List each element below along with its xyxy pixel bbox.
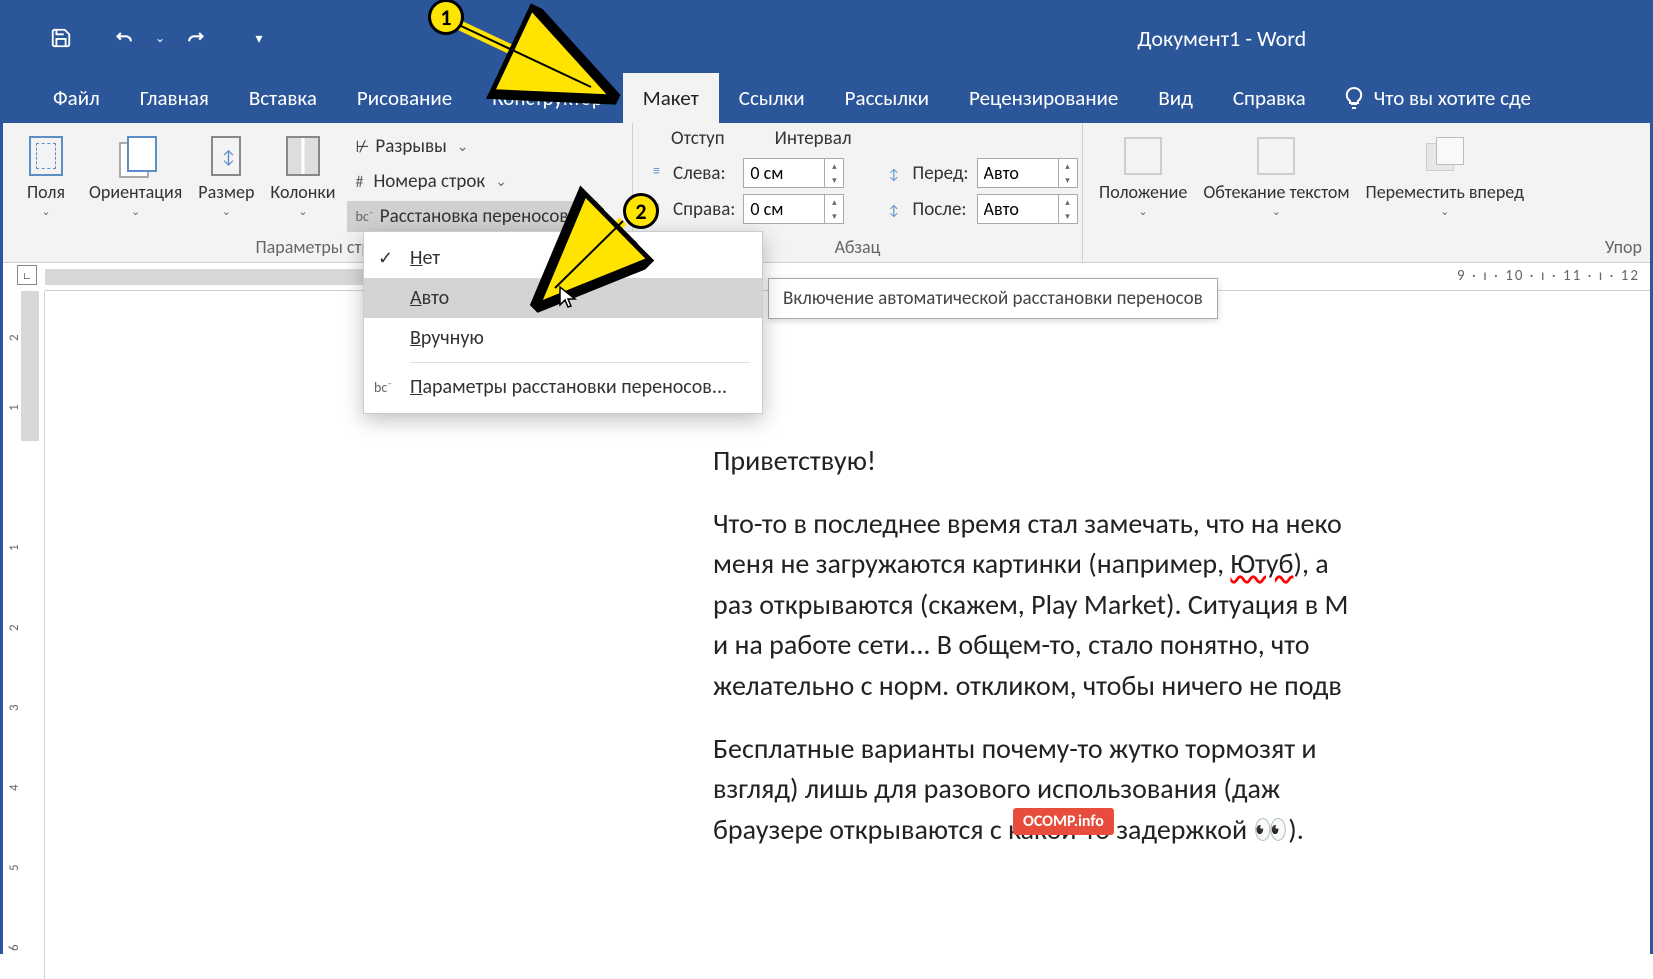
document-page[interactable]: Приветствую! Что-то в последнее время ст… [543,351,1650,872]
orientation-icon [119,136,153,176]
lightbulb-icon [1342,86,1366,110]
line-numbers-button[interactable]: Номера строк [347,166,598,197]
tab-insert[interactable]: Вставка [229,73,337,123]
spacing-heading: Интервал [745,127,852,150]
wrap-text-button[interactable]: Обтекание текстом ⌄ [1195,127,1357,224]
columns-label: Колонки [270,183,335,203]
vruler-mark: 6 [7,944,22,951]
ribbon-tabs: Файл Главная Вставка Рисование Конструкт… [3,73,1650,123]
indent-left-icon [649,166,667,180]
ribbon: Поля ⌄ Ориентация ⌄ Размер ⌄ Колонки ⌄ ⊬… [3,123,1650,263]
spacing-after-icon: ↕ [888,202,906,216]
indent-right-input[interactable]: ▴▾ [743,194,844,224]
position-button[interactable]: Положение ⌄ [1091,127,1195,224]
margins-icon [29,136,63,176]
spelling-error[interactable]: Ютуб [1230,546,1293,581]
spacing-before-icon: ↕ [888,166,906,180]
indent-right-label: Справа: [673,198,735,221]
indent-left-label: Слева: [673,162,726,185]
tell-me-search[interactable]: Что вы хотите сде [1326,73,1547,123]
doc-paragraph: Бесплатные варианты почему-то жутко торм… [713,729,1650,851]
line-numbers-icon [355,170,367,193]
orientation-button[interactable]: Ориентация ⌄ [81,127,190,224]
wrap-icon [1257,137,1295,175]
undo-dropdown[interactable]: ⌄ [151,20,169,56]
tab-mailings[interactable]: Рассылки [825,73,949,123]
breaks-icon: ⊬ [355,137,369,157]
vruler-mark: 2 [7,624,22,631]
hyphenation-options-icon: bc⁻ [374,379,392,396]
spacing-after-label: После: [912,198,966,221]
breaks-label: Разрывы [375,135,446,158]
indent-heading: Отступ [641,127,725,150]
margins-label: Поля [27,183,65,203]
bring-forward-icon [1426,137,1464,175]
tab-references[interactable]: Ссылки [719,73,825,123]
redo-button[interactable] [177,20,213,56]
size-icon [211,136,241,176]
position-label: Положение [1099,183,1187,203]
vruler-mark: 1 [7,544,22,551]
indent-left-input[interactable]: ▴▾ [743,158,844,188]
tab-selector[interactable]: ∟ [17,265,37,285]
size-button[interactable]: Размер ⌄ [190,127,262,224]
columns-button[interactable]: Колонки ⌄ [262,127,343,224]
spacing-before-input[interactable]: ▴▾ [977,158,1078,188]
tooltip: Включение автоматической расстановки пер… [768,278,1218,319]
doc-paragraph: Приветствую! [713,441,1650,482]
dropdown-item-manual[interactable]: Вручную [364,318,762,358]
dropdown-separator [410,362,750,363]
columns-icon [286,136,320,176]
mouse-cursor-icon [558,285,578,316]
document-area: 2 1 1 2 3 4 5 6 Приветствую! Что-то в по… [3,291,1650,979]
group-arrange: Положение ⌄ Обтекание текстом ⌄ Перемест… [1083,123,1650,262]
breaks-button[interactable]: ⊬ Разрывы [347,131,598,162]
vruler-mark: 2 [7,334,22,341]
vruler-mark: 5 [7,864,22,871]
watermark: OCOMP.info [1013,812,1114,831]
vruler-mark: 4 [7,784,22,791]
position-icon [1124,137,1162,175]
arrange-group-label: Упор [1091,236,1642,262]
doc-paragraph: Что-то в последнее время стал замечать, … [713,504,1650,707]
bring-forward-label: Переместить вперед [1366,183,1525,203]
hruler-numbers: 9 · ı · 10 · ı · 11 · ı · 12 [1457,267,1640,285]
qat-customize[interactable]: ▾ [241,20,277,56]
undo-button[interactable] [107,20,143,56]
hyphenation-label: Расстановка переносов [380,205,569,228]
size-label: Размер [198,183,254,203]
bring-forward-button[interactable]: Переместить вперед ⌄ [1358,127,1533,224]
tab-help[interactable]: Справка [1213,73,1326,123]
annotation-arrow-1 [451,17,611,112]
spacing-after-input[interactable]: ▴▾ [977,194,1078,224]
save-button[interactable] [43,20,79,56]
dropdown-item-options[interactable]: bc⁻Параметры расстановки переносов... [364,367,762,407]
orientation-label: Ориентация [89,183,182,203]
vruler-mark: 3 [7,704,22,711]
margins-button[interactable]: Поля ⌄ [11,127,81,224]
document-title: Документ1 - Word [1137,25,1306,52]
hyphenation-icon: bc⁻ [355,208,373,225]
vruler-mark: 1 [7,404,22,411]
tab-home[interactable]: Главная [120,73,229,123]
tab-review[interactable]: Рецензирование [949,73,1138,123]
tell-me-label: Что вы хотите сде [1374,85,1531,111]
checkmark-icon: ✓ [378,247,393,269]
tab-view[interactable]: Вид [1138,73,1213,123]
title-bar: ⌄ ▾ Документ1 - Word [3,3,1650,73]
quick-access-toolbar: ⌄ ▾ [3,20,277,56]
annotation-marker-2: 2 [623,193,659,229]
vertical-ruler[interactable]: 2 1 1 2 3 4 5 6 [3,291,45,979]
line-numbers-label: Номера строк [373,170,485,193]
wrap-label: Обтекание текстом [1203,183,1349,203]
spacing-before-label: Перед: [912,162,968,185]
tab-layout[interactable]: Макет [623,73,719,123]
annotation-marker-1: 1 [428,0,464,35]
tab-file[interactable]: Файл [33,73,120,123]
